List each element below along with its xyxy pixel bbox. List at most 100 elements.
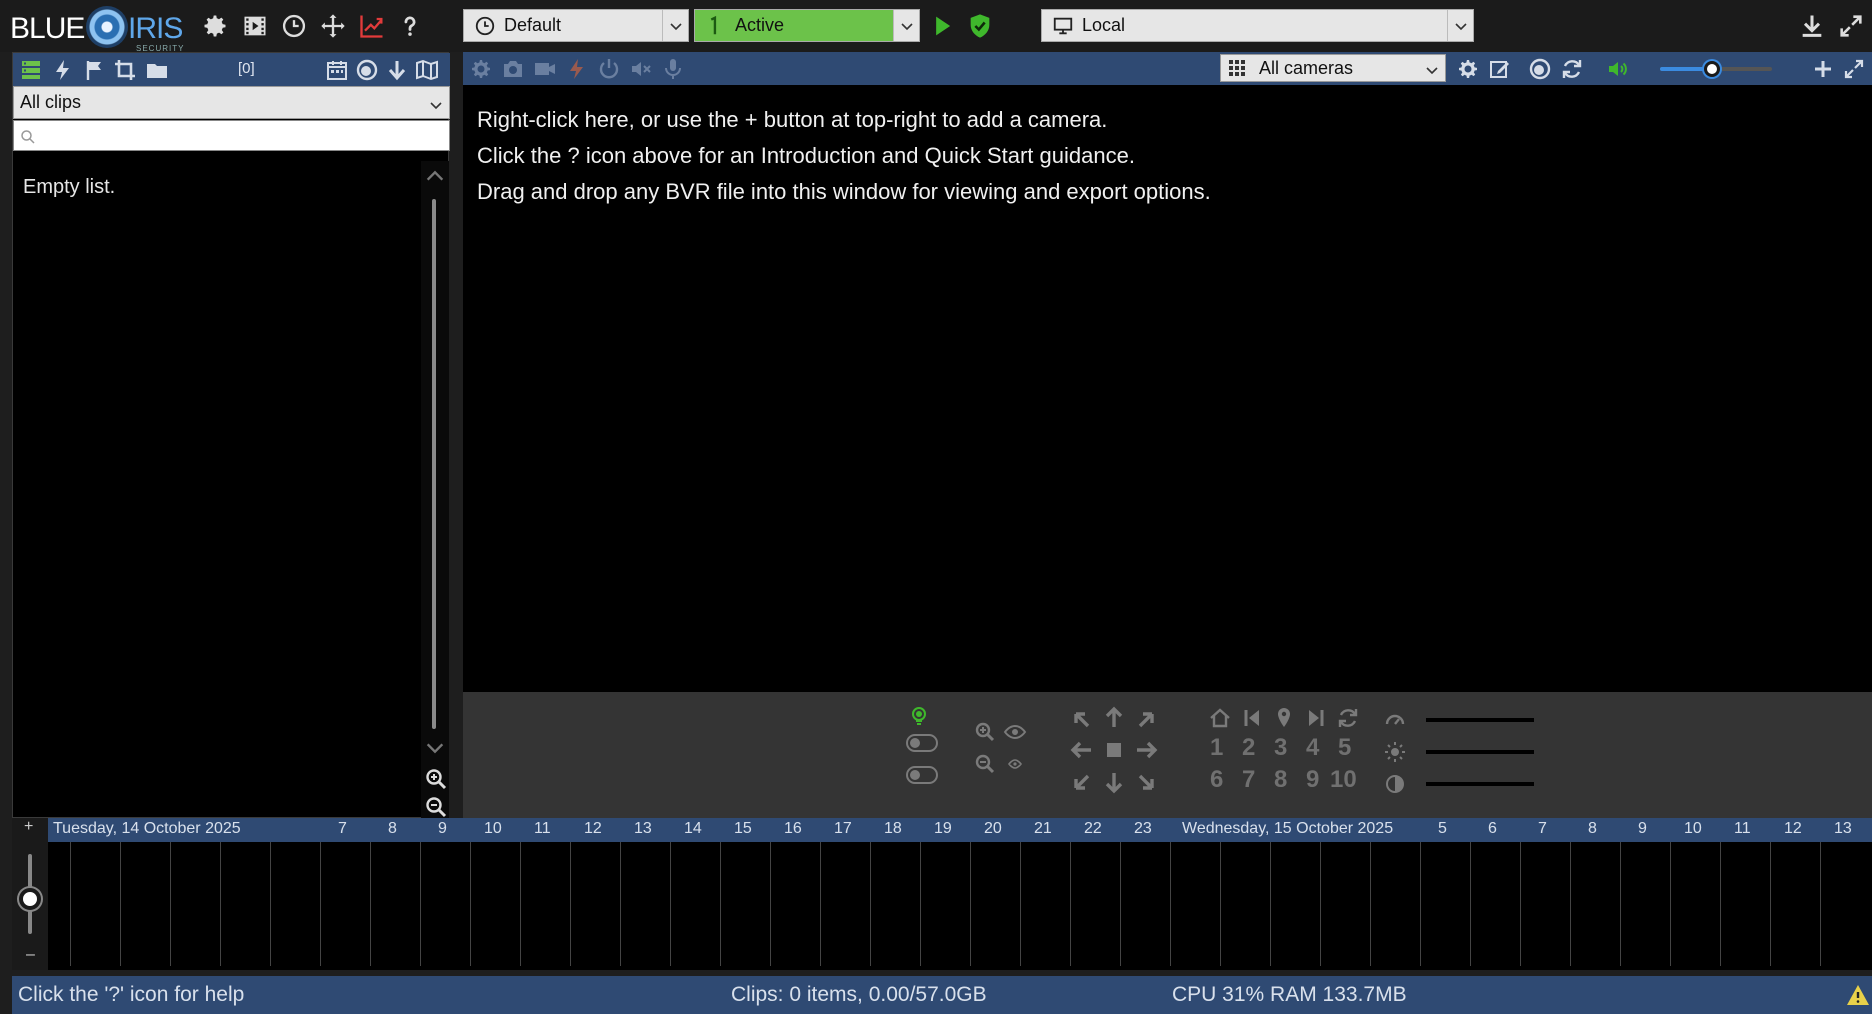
camera-view-area[interactable]: All cameras Right-click here, or use the…: [463, 52, 1872, 818]
group-settings-gear-icon[interactable]: [1454, 55, 1482, 83]
toggle-switch[interactable]: [906, 734, 938, 752]
timeline-gridline: [1820, 842, 1821, 966]
power-icon[interactable]: [595, 55, 623, 83]
ptz-zoom-out-icon[interactable]: [971, 750, 999, 778]
ptz-preset-1[interactable]: 1: [1210, 734, 1223, 762]
ptz-zoom-in-icon[interactable]: [971, 718, 999, 746]
logo-eye-icon: [86, 6, 128, 48]
ptz-up-right-arrow-icon[interactable]: [1132, 706, 1160, 734]
toggle-switch[interactable]: [906, 766, 938, 784]
ptz-down-right-arrow-icon[interactable]: [1132, 768, 1160, 796]
timeline-hour-label: 10: [1684, 820, 1702, 837]
download-icon[interactable]: [1795, 9, 1829, 43]
cycle-info-icon[interactable]: [1526, 55, 1554, 83]
status-help-text: Click the '?' icon for help: [18, 983, 245, 1006]
focus-eye-small-icon[interactable]: [1001, 750, 1029, 778]
ptz-preset-7[interactable]: 7: [1242, 766, 1255, 794]
speaker-mute-icon[interactable]: [627, 55, 655, 83]
timeline-zoom-knob[interactable]: [19, 888, 41, 910]
ptz-down-left-arrow-icon[interactable]: [1068, 768, 1096, 796]
clip-search-input[interactable]: [42, 123, 442, 148]
scrollbar-track[interactable]: [432, 199, 436, 729]
trigger-lightning-icon[interactable]: [563, 55, 591, 83]
fullscreen-expand-icon[interactable]: [1834, 9, 1868, 43]
help-question-icon[interactable]: [393, 9, 427, 43]
ptz-down-arrow-icon[interactable]: [1100, 768, 1128, 796]
focus-eye-icon[interactable]: [1001, 718, 1029, 746]
chevron-down-icon: [1447, 10, 1473, 41]
ptz-preset-5[interactable]: 5: [1338, 734, 1351, 762]
speed-slider[interactable]: [1426, 718, 1534, 722]
clip-filter-select[interactable]: All clips: [13, 86, 450, 119]
speed-gauge-icon[interactable]: [1381, 706, 1409, 734]
camera-settings-gear-icon[interactable]: [467, 55, 495, 83]
ptz-prev-preset-icon[interactable]: [1238, 704, 1266, 732]
refresh-icon[interactable]: [1558, 55, 1586, 83]
arrow-down-icon[interactable]: [383, 56, 411, 84]
ptz-preset-6[interactable]: 6: [1210, 766, 1223, 794]
timeline-zoom-plus[interactable]: +: [24, 818, 33, 836]
scroll-up-chevron-icon[interactable]: [424, 165, 446, 187]
ptz-move-arrows-icon[interactable]: [316, 9, 350, 43]
record-video-icon[interactable]: [531, 55, 559, 83]
clip-list-icon[interactable]: [17, 56, 45, 84]
ptz-cycle-icon[interactable]: [1334, 704, 1362, 732]
snapshot-camera-icon[interactable]: [499, 55, 527, 83]
camera-group-select[interactable]: All cameras: [1220, 54, 1446, 82]
brightness-slider[interactable]: [1426, 750, 1534, 754]
scroll-down-chevron-icon[interactable]: [424, 737, 446, 759]
folder-icon[interactable]: [143, 56, 171, 84]
schedule-select[interactable]: Active: [694, 9, 920, 42]
ptz-preset-2[interactable]: 2: [1242, 734, 1255, 762]
ptz-preset-10[interactable]: 10: [1330, 766, 1357, 794]
microphone-icon[interactable]: [659, 55, 687, 83]
ptz-right-arrow-icon[interactable]: [1132, 736, 1160, 764]
add-camera-plus-icon[interactable]: [1809, 55, 1837, 83]
timeline-zoom-minus[interactable]: –: [26, 946, 35, 964]
warning-triangle-icon[interactable]: [1846, 984, 1870, 1006]
timeline-panel[interactable]: Tuesday, 14 October 2025 7 8 9 10 11 12 13 14 15 1…: [12, 818, 1872, 970]
ptz-preset-8[interactable]: 8: [1274, 766, 1287, 794]
crop-icon[interactable]: [111, 56, 139, 84]
speaker-volume-icon[interactable]: [1604, 55, 1632, 83]
timeline-gridline: [1770, 842, 1771, 966]
server-select-value: Local: [1082, 15, 1126, 35]
ptz-up-arrow-icon[interactable]: [1100, 704, 1128, 732]
contrast-icon[interactable]: [1381, 770, 1409, 798]
ptz-up-left-arrow-icon[interactable]: [1068, 706, 1096, 734]
play-run-icon[interactable]: [925, 9, 959, 43]
ptz-preset-4[interactable]: 4: [1306, 734, 1319, 762]
status-chart-icon[interactable]: [355, 9, 389, 43]
ptz-preset-3[interactable]: 3: [1274, 734, 1287, 762]
ptz-location-pin-icon[interactable]: [1270, 704, 1298, 732]
profile-select[interactable]: Default: [463, 9, 689, 42]
brightness-sun-icon[interactable]: [1381, 738, 1409, 766]
volume-knob[interactable]: [1703, 61, 1720, 77]
volume-slider[interactable]: [1660, 60, 1772, 78]
settings-gear-icon[interactable]: [198, 9, 232, 43]
ptz-home-icon[interactable]: [1206, 704, 1234, 732]
calendar-icon[interactable]: [323, 56, 351, 84]
zoom-out-icon[interactable]: [424, 795, 448, 819]
timeline-header: Tuesday, 14 October 2025 7 8 9 10 11 12 13 14 15 1…: [12, 818, 1872, 842]
clip-list-scrollbar[interactable]: [421, 161, 449, 819]
zoom-in-icon[interactable]: [424, 767, 448, 791]
book-map-icon[interactable]: [413, 56, 441, 84]
ir-bulb-icon[interactable]: [905, 702, 933, 730]
contrast-slider[interactable]: [1426, 782, 1534, 786]
timeline-grid[interactable]: [48, 842, 1872, 966]
info-refresh-icon[interactable]: [353, 56, 381, 84]
ptz-stop-icon[interactable]: [1100, 736, 1128, 764]
maximize-view-icon[interactable]: [1840, 55, 1868, 83]
ptz-preset-9[interactable]: 9: [1306, 766, 1319, 794]
shield-check-icon[interactable]: [963, 9, 997, 43]
ptz-next-preset-icon[interactable]: [1302, 704, 1330, 732]
edit-layout-icon[interactable]: [1486, 55, 1514, 83]
timer-clock-icon[interactable]: [277, 9, 311, 43]
alerts-lightning-icon[interactable]: [49, 56, 77, 84]
server-select[interactable]: Local: [1041, 9, 1474, 42]
ptz-left-arrow-icon[interactable]: [1068, 736, 1096, 764]
clip-viewer-film-icon[interactable]: [238, 9, 272, 43]
blue-iris-logo: BLUE IRIS SECURITY: [10, 4, 183, 53]
flag-icon[interactable]: [81, 56, 109, 84]
